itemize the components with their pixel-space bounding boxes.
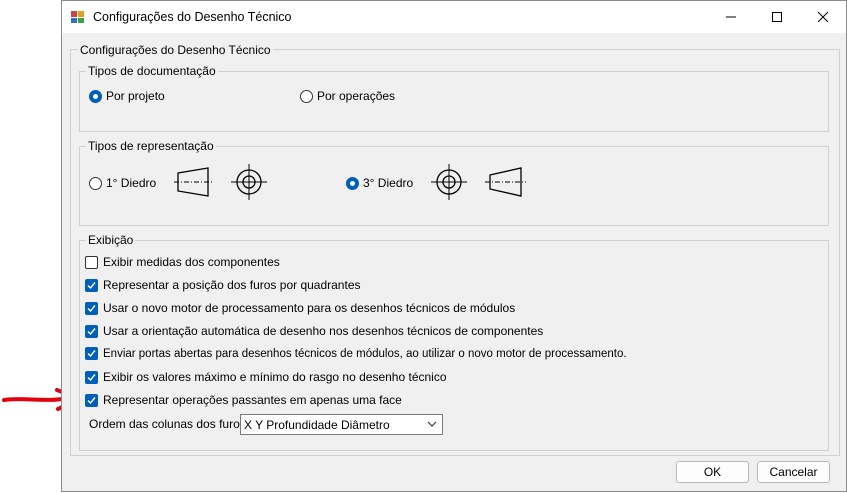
radio-button-checked[interactable] — [346, 176, 359, 190]
radio-terceiro-diedro[interactable]: 3° Diedro — [346, 176, 413, 190]
minimize-icon — [726, 16, 736, 18]
radio-por-operacoes[interactable]: Por operações — [300, 89, 395, 103]
checkmark-icon — [87, 373, 96, 381]
checkbox-label: Exibir os valores máximo e mínimo do ras… — [103, 370, 447, 384]
column-order-select[interactable]: X Y Profundidade Diâmetro — [240, 414, 443, 435]
checkbox-checked[interactable] — [85, 370, 98, 384]
radio-button-checked[interactable] — [89, 89, 102, 103]
radio-primeiro-diedro[interactable]: 1° Diedro — [89, 176, 156, 190]
close-icon — [818, 12, 828, 22]
checkbox-checked[interactable] — [85, 324, 98, 338]
radio-por-projeto[interactable]: Por projeto — [89, 89, 165, 103]
checkbox-checked[interactable] — [85, 301, 98, 315]
ok-button[interactable]: OK — [676, 461, 749, 483]
checkbox-checked[interactable] — [85, 278, 98, 292]
third-angle-trapezoid-icon — [485, 167, 526, 197]
checkmark-icon — [87, 350, 96, 358]
radio-label: Por projeto — [106, 89, 165, 103]
documentation-group — [79, 71, 829, 132]
maximize-icon — [772, 12, 782, 22]
first-angle-circles-icon — [231, 164, 267, 200]
first-angle-trapezoid-icon — [174, 167, 212, 197]
checkbox-label: Representar operações passantes em apena… — [103, 393, 402, 407]
documentation-group-label: Tipos de documentação — [86, 64, 218, 78]
check-novo-motor[interactable]: Usar o novo motor de processamento para … — [85, 301, 515, 315]
maximize-button[interactable] — [754, 1, 800, 33]
checkbox-label: Representar a posição dos furos por quad… — [103, 278, 361, 292]
checkbox-checked[interactable] — [85, 347, 98, 360]
representation-group-label: Tipos de representação — [86, 139, 216, 153]
display-group-label: Exibição — [86, 233, 136, 247]
check-exibir-medidas[interactable]: Exibir medidas dos componentes — [85, 255, 280, 269]
column-order-value: X Y Profundidade Diâmetro — [244, 417, 390, 432]
checkmark-icon — [87, 281, 96, 289]
checkbox-label: Exibir medidas dos componentes — [103, 255, 280, 269]
close-button[interactable] — [800, 1, 846, 33]
checkmark-icon — [87, 396, 96, 404]
check-portas-abertas[interactable]: Enviar portas abertas para desenhos técn… — [85, 347, 627, 360]
checkbox-checked[interactable] — [85, 393, 98, 407]
check-operacoes-passantes[interactable]: Representar operações passantes em apena… — [85, 393, 402, 407]
radio-button[interactable] — [89, 176, 102, 190]
check-orientacao-automatica[interactable]: Usar a orientação automática de desenho … — [85, 324, 543, 338]
cancel-button[interactable]: Cancelar — [757, 461, 830, 483]
checkmark-icon — [87, 327, 96, 335]
checkmark-icon — [87, 304, 96, 312]
radio-label: 3° Diedro — [363, 176, 414, 190]
checkbox[interactable] — [85, 255, 98, 269]
chevron-down-icon — [427, 421, 437, 427]
window-title: Configurações do Desenho Técnico — [93, 10, 292, 24]
main-group-label: Configurações do Desenho Técnico — [78, 43, 273, 57]
minimize-button[interactable] — [708, 1, 754, 33]
third-angle-circles-icon — [431, 164, 467, 200]
checkbox-label: Usar a orientação automática de desenho … — [103, 324, 544, 338]
app-icon — [71, 11, 84, 23]
check-posicao-furos[interactable]: Representar a posição dos furos por quad… — [85, 278, 361, 292]
column-order-label: Ordem das colunas dos furos — [89, 417, 246, 431]
checkbox-label: Usar o novo motor de processamento para … — [103, 301, 516, 315]
radio-label: 1° Diedro — [106, 176, 157, 190]
checkbox-label: Enviar portas abertas para desenhos técn… — [103, 347, 627, 360]
title-bar: Configurações do Desenho Técnico — [62, 1, 846, 33]
radio-label: Por operações — [317, 89, 396, 103]
check-valores-rasgo[interactable]: Exibir os valores máximo e mínimo do ras… — [85, 370, 447, 384]
radio-button[interactable] — [300, 89, 313, 103]
